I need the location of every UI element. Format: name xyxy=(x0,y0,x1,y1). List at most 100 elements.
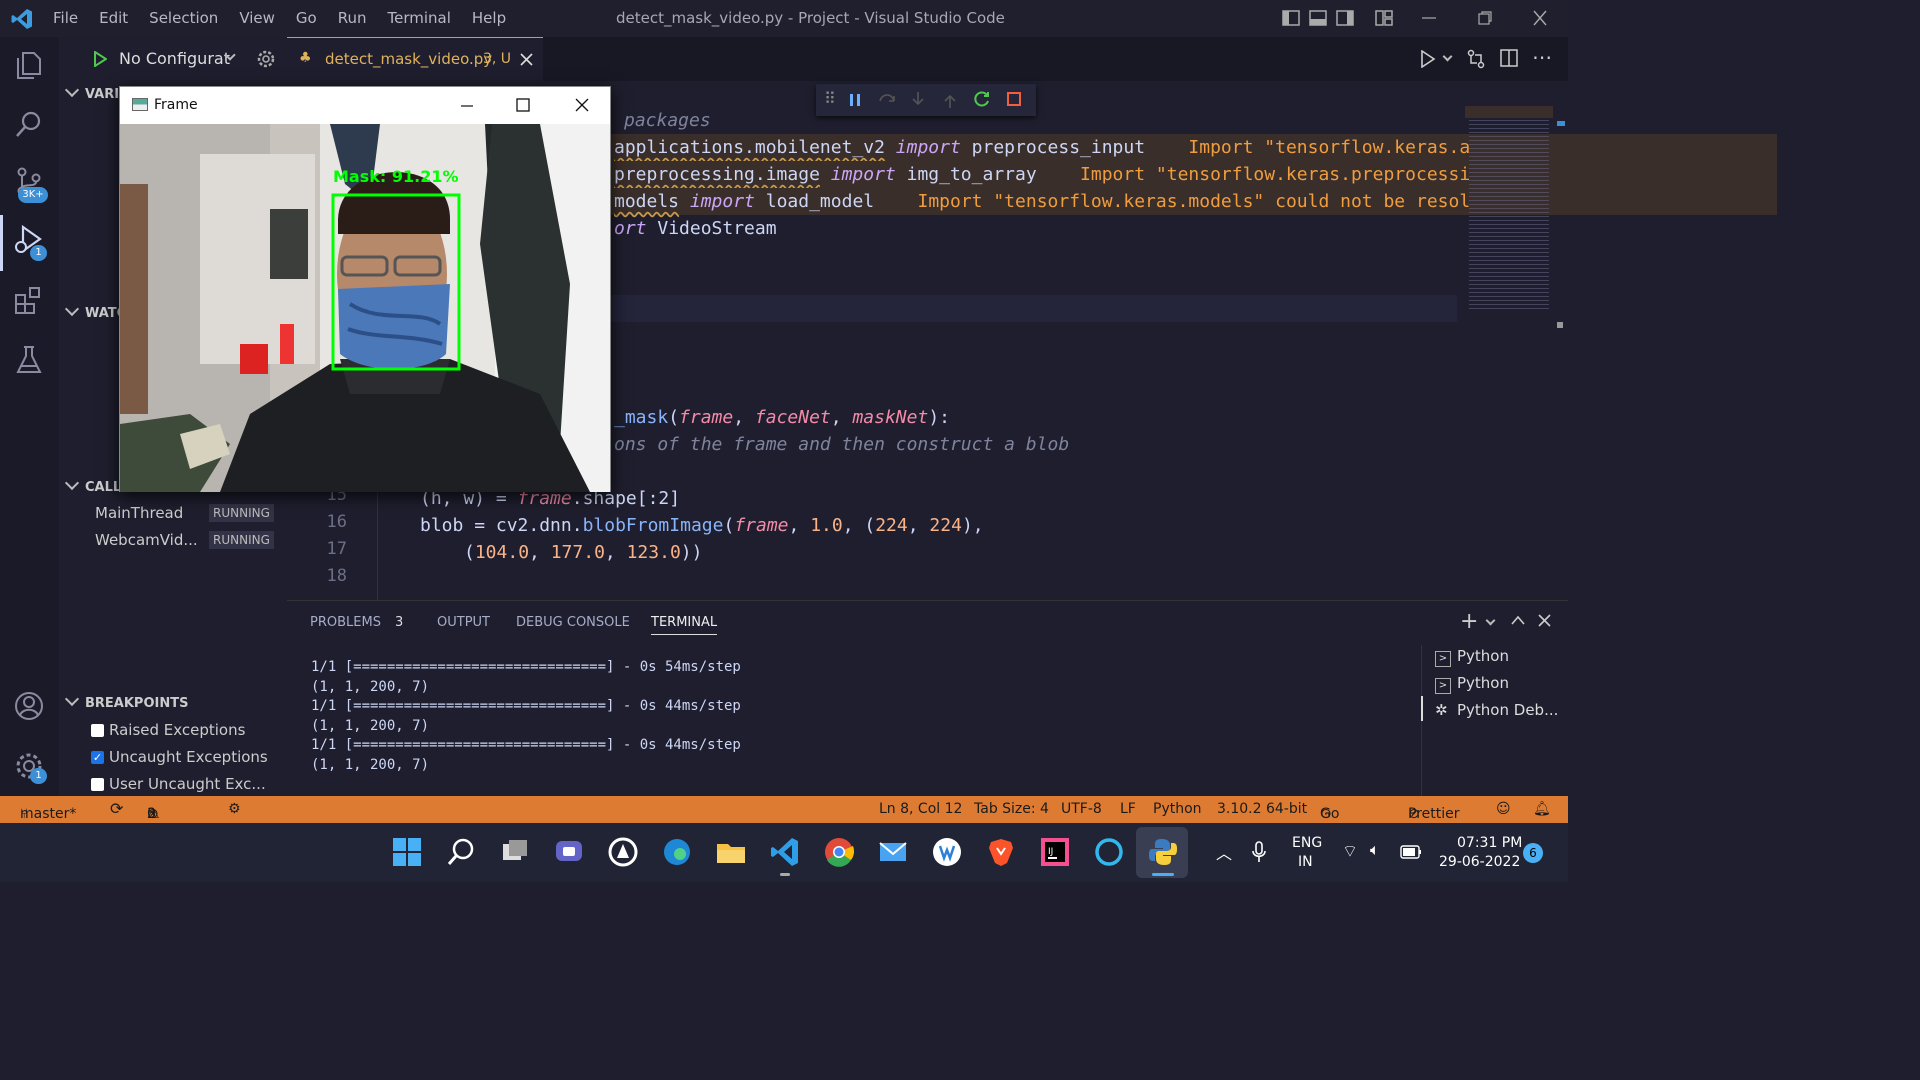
breakpoints-section-header[interactable]: BREAKPOINTS xyxy=(64,691,188,711)
tab-terminal[interactable]: TERMINAL xyxy=(651,615,718,635)
file-explorer-icon[interactable] xyxy=(715,836,747,868)
encoding[interactable]: UTF-8 xyxy=(1061,801,1102,817)
debug-config-select[interactable]: No Configurat xyxy=(119,49,230,68)
step-over-icon[interactable] xyxy=(878,91,896,109)
menu-file[interactable]: File xyxy=(53,9,78,27)
mail-icon[interactable] xyxy=(877,836,909,868)
frame-titlebar[interactable]: Frame xyxy=(120,87,610,124)
close-tab-icon[interactable] xyxy=(520,53,533,66)
terminal-session-python-debug[interactable]: ✲ Python Deb... xyxy=(1435,701,1558,719)
tab-output[interactable]: OUTPUT xyxy=(437,615,490,630)
github-desktop-icon[interactable] xyxy=(607,836,639,868)
restore-icon[interactable] xyxy=(1476,10,1494,26)
notifications-bell-icon[interactable]: 🔔︎ xyxy=(1533,801,1551,817)
more-actions-icon[interactable]: ⋯ xyxy=(1532,45,1552,69)
wifi-icon[interactable]: ⌔ xyxy=(1342,841,1358,862)
drag-handle-icon[interactable]: ⠿ xyxy=(824,89,836,108)
new-terminal-icon[interactable]: + xyxy=(1460,609,1478,634)
explorer-icon[interactable] xyxy=(12,48,46,82)
pause-icon[interactable] xyxy=(848,92,862,108)
start-debugging-icon[interactable] xyxy=(93,51,107,67)
feedback-icon[interactable]: ☺ xyxy=(1496,801,1511,817)
testing-icon[interactable] xyxy=(12,343,46,377)
windows-start-icon[interactable] xyxy=(391,836,423,868)
tab-size[interactable]: Tab Size: 4 xyxy=(974,801,1049,817)
menu-go[interactable]: Go xyxy=(296,9,317,27)
close-window-icon[interactable] xyxy=(575,98,589,112)
thread-item[interactable]: WebcamVid... xyxy=(95,531,198,549)
python-interpreter[interactable]: 3.10.2 64-bit xyxy=(1217,801,1307,817)
menu-selection[interactable]: Selection xyxy=(149,9,218,27)
toggle-secondary-sidebar-icon[interactable] xyxy=(1336,10,1354,26)
accounts-icon[interactable] xyxy=(12,689,46,723)
microphone-icon[interactable] xyxy=(1252,841,1266,863)
checkbox[interactable] xyxy=(91,723,104,737)
clock-date[interactable]: 29-06-2022 xyxy=(1439,854,1520,870)
end-of-line[interactable]: LF xyxy=(1120,801,1136,817)
teams-chat-icon[interactable] xyxy=(553,836,585,868)
python-icon[interactable] xyxy=(1147,836,1179,868)
restart-icon[interactable] xyxy=(973,90,991,108)
step-into-icon[interactable] xyxy=(910,91,926,109)
minimize-icon[interactable] xyxy=(460,99,474,113)
breakpoint-item[interactable]: Raised Exceptions xyxy=(91,721,245,739)
toggle-panel-icon[interactable] xyxy=(1309,10,1327,26)
split-editor-icon[interactable] xyxy=(1500,49,1518,67)
chevron-up-icon[interactable]: ︿ xyxy=(1216,840,1232,864)
minimize-icon[interactable] xyxy=(1420,10,1438,26)
stop-icon[interactable] xyxy=(1006,91,1022,107)
customize-layout-icon[interactable] xyxy=(1375,10,1393,26)
terminal-session-python[interactable]: > Python xyxy=(1435,674,1509,694)
debug-settings-gear-icon[interactable] xyxy=(256,49,276,69)
opencv-frame-window[interactable]: Frame Mask: 91.21% xyxy=(119,86,611,492)
step-out-icon[interactable] xyxy=(942,91,958,109)
breakpoint-item[interactable]: User Uncaught Exc... xyxy=(91,775,266,793)
chevron-down-icon[interactable] xyxy=(1485,615,1496,626)
chrome-icon[interactable] xyxy=(823,836,855,868)
breakpoint-item[interactable]: ✓ Uncaught Exceptions xyxy=(91,748,268,766)
run-file-icon[interactable] xyxy=(1420,50,1436,68)
maximize-icon[interactable] xyxy=(516,98,530,112)
input-language[interactable]: ENG xyxy=(1292,835,1322,851)
cortana-icon[interactable] xyxy=(1093,836,1125,868)
search-icon[interactable] xyxy=(12,107,46,141)
battery-icon[interactable] xyxy=(1400,845,1422,859)
checkbox-checked[interactable]: ✓ xyxy=(91,750,104,764)
minimap[interactable] xyxy=(1465,106,1553,321)
cursor-position[interactable]: Ln 8, Col 12 xyxy=(879,801,962,817)
maximize-panel-icon[interactable] xyxy=(1511,615,1525,625)
volume-icon[interactable]: 🔈︎ xyxy=(1370,840,1380,860)
terminal-session-python[interactable]: > Python xyxy=(1435,647,1509,667)
brave-browser-icon[interactable] xyxy=(985,836,1017,868)
tab-debug-console[interactable]: DEBUG CONSOLE xyxy=(516,615,630,630)
checkbox[interactable] xyxy=(91,777,104,791)
app-icon[interactable] xyxy=(931,836,963,868)
chevron-down-icon[interactable] xyxy=(1442,51,1453,62)
notification-count-badge[interactable]: 6 xyxy=(1523,843,1543,863)
close-window-icon[interactable] xyxy=(1531,10,1549,26)
menu-terminal[interactable]: Terminal xyxy=(388,9,451,27)
input-region[interactable]: IN xyxy=(1298,854,1313,870)
debug-status-icon[interactable]: ⚙ xyxy=(228,801,241,817)
extensions-icon[interactable] xyxy=(12,283,46,317)
edge-browser-icon[interactable] xyxy=(661,836,693,868)
menu-help[interactable]: Help xyxy=(472,9,506,27)
menu-edit[interactable]: Edit xyxy=(99,9,128,27)
tab-problems[interactable]: PROBLEMS xyxy=(310,615,381,630)
sync-icon[interactable]: ⟳ xyxy=(110,799,123,818)
language-mode[interactable]: Python xyxy=(1153,801,1202,817)
search-icon[interactable] xyxy=(445,836,477,868)
task-view-icon[interactable] xyxy=(499,836,531,868)
thread-item[interactable]: MainThread xyxy=(95,504,183,522)
intellij-icon[interactable]: IJ xyxy=(1039,836,1071,868)
watch-section-header[interactable]: WATC xyxy=(64,301,126,321)
tab-detect-mask-video[interactable]: ♣ detect_mask_video.py 3, U xyxy=(287,37,543,81)
toggle-primary-sidebar-icon[interactable] xyxy=(1282,10,1300,26)
callstack-section-header[interactable]: CALL xyxy=(64,475,121,495)
compare-changes-icon[interactable] xyxy=(1467,49,1485,69)
vscode-taskbar-icon[interactable] xyxy=(769,836,801,868)
menu-run[interactable]: Run xyxy=(338,9,367,27)
close-panel-icon[interactable] xyxy=(1538,614,1551,627)
clock-time[interactable]: 07:31 PM xyxy=(1457,835,1522,851)
menu-view[interactable]: View xyxy=(239,9,275,27)
